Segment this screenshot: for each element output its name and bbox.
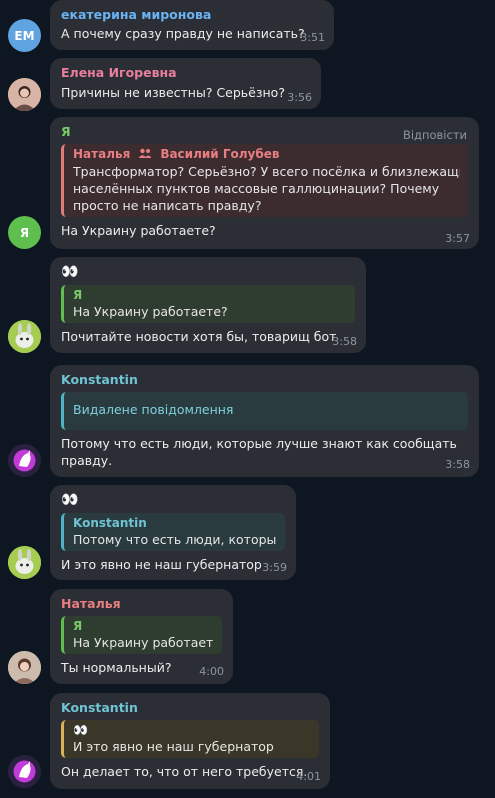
bug-mascot-icon: [8, 320, 41, 353]
avatar[interactable]: [8, 651, 41, 684]
sender-name[interactable]: 👀: [61, 263, 356, 281]
deleted-message-label: Видалене повідомлення: [73, 402, 234, 417]
message-bubble[interactable]: екатерина миронова А почему сразу правду…: [50, 0, 334, 50]
message-time: 3:58: [332, 335, 357, 348]
reply-text-line: просто не написать правду?: [73, 198, 262, 213]
message-bubble[interactable]: Елена Игоревна Причины не известны? Серь…: [50, 58, 321, 109]
reply-author-1: Наталья: [73, 147, 131, 161]
reply-quote[interactable]: Наталья Василий Голубев Трансформатор? С…: [61, 144, 468, 217]
user-photo-icon: [8, 78, 41, 111]
avatar[interactable]: [8, 78, 41, 111]
reply-text: На Украину работает...: [73, 635, 214, 650]
message-text-line: правду.: [61, 453, 113, 468]
reply-text-line: населённых пунктов массовые галлюцинации…: [73, 181, 440, 196]
reply-text: Потому что есть люди, которы...: [73, 532, 277, 547]
message-time: 4:01: [296, 770, 321, 783]
user-photo-icon: [8, 651, 41, 684]
sender-name[interactable]: 👀: [61, 491, 286, 509]
avatar[interactable]: [8, 444, 41, 477]
message-time: 3:57: [445, 232, 470, 245]
message-bubble[interactable]: 👀 Konstantin Потому что есть люди, котор…: [50, 485, 296, 580]
sender-name[interactable]: Наталья: [61, 595, 223, 612]
reply-quote[interactable]: Konstantin Потому что есть люди, которы.…: [61, 513, 285, 551]
reply-author: Я: [73, 288, 83, 302]
reply-action-button[interactable]: Відповісти: [403, 128, 467, 142]
reply-author: Я: [73, 619, 83, 633]
reply-author: 👀: [73, 723, 89, 737]
message-time: 3:51: [300, 31, 325, 44]
avatar[interactable]: [8, 320, 41, 353]
message-text: А почему сразу правду не написать?: [61, 26, 305, 41]
reply-quote[interactable]: Я На Украину работаете?: [61, 285, 355, 323]
message-time: 3:56: [287, 91, 312, 104]
message-text: Причины не известны? Серьёзно?: [61, 85, 285, 100]
message-text: На Украину работаете?: [61, 223, 216, 238]
message-text: Он делает то, что от него требуется.: [61, 764, 308, 779]
avatar[interactable]: [8, 546, 41, 579]
avatar-initials: Я: [19, 225, 30, 240]
message-time: 4:00: [199, 665, 224, 678]
message-bubble[interactable]: Наталья Я На Украину работает... Ты норм…: [50, 589, 233, 684]
avatar[interactable]: Я: [8, 216, 41, 249]
reply-text-line: Трансформатор? Серьёзно? У всего посёлка…: [73, 164, 460, 179]
bug-mascot-icon: [8, 546, 41, 579]
reply-text: На Украину работаете?: [73, 304, 228, 319]
reply-quote[interactable]: Видалене повідомлення: [61, 392, 468, 430]
avatar-initials: ЕМ: [14, 28, 35, 43]
reply-author: Наталья Василий Голубев: [73, 146, 460, 163]
message-time: 3:58: [445, 458, 470, 471]
sender-name[interactable]: Елена Игоревна: [61, 64, 311, 81]
avatar[interactable]: [8, 755, 41, 788]
message-bubble[interactable]: Я Відповісти Наталья Василий Голубев Тра…: [50, 117, 479, 249]
message-time: 3:59: [262, 561, 287, 574]
message-text: И это явно не наш губернатор: [61, 557, 262, 572]
sender-name[interactable]: екатерина миронова: [61, 6, 324, 23]
reply-author-2: Василий Голубев: [160, 147, 280, 161]
reply-quote[interactable]: 👀 И это явно не наш губернатор: [61, 720, 319, 758]
reply-quote[interactable]: Я На Украину работает...: [61, 616, 222, 654]
sender-name[interactable]: Konstantin: [61, 699, 320, 716]
avatar[interactable]: ЕМ: [8, 19, 41, 52]
reply-author: Konstantin: [73, 516, 147, 530]
unicorn-icon: [8, 755, 41, 788]
message-text-line: Потому что есть люди, которые лучше знаю…: [61, 436, 457, 451]
sender-name[interactable]: Konstantin: [61, 371, 469, 388]
message-bubble[interactable]: Konstantin 👀 И это явно не наш губернато…: [50, 693, 330, 789]
message-bubble[interactable]: 👀 Я На Украину работаете? Почитайте ново…: [50, 257, 366, 353]
message-bubble[interactable]: Konstantin Видалене повідомлення Потому …: [50, 365, 479, 477]
group-icon: [138, 148, 156, 161]
unicorn-icon: [8, 444, 41, 477]
message-text: Почитайте новости хотя бы, товарищ бот: [61, 329, 337, 344]
reply-text: И это явно не наш губернатор: [73, 739, 274, 754]
